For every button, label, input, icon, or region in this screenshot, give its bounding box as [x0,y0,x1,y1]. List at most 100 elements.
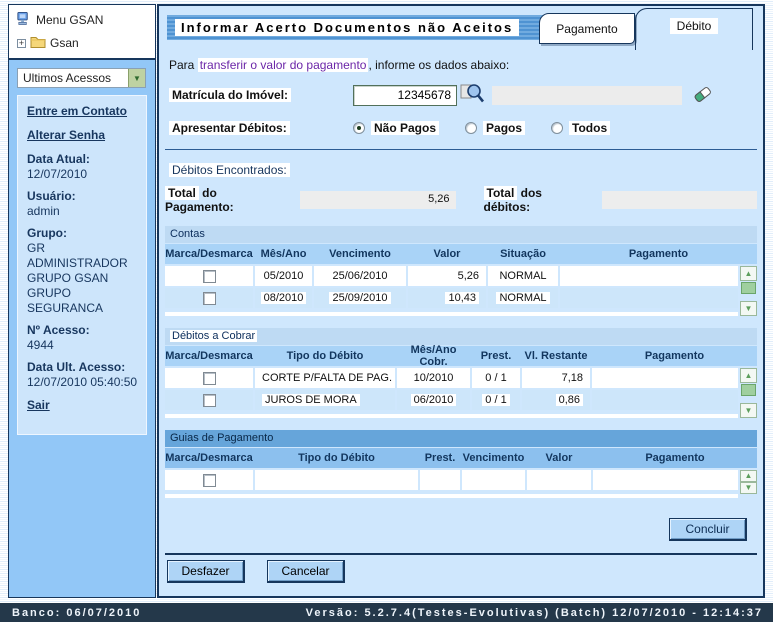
link-alterar-senha[interactable]: Alterar Senha [27,128,138,143]
scroll-up-icon[interactable]: ▲ [740,368,757,383]
cell-vencimento: 25/06/2010 [332,270,387,282]
cell-mes-ano-cobr: 10/2010 [414,372,454,384]
table-row: JUROS DE MORA 06/2010 0 / 1 0,86 [165,390,738,410]
debitos-table-title: Débitos a Cobrar [165,328,757,345]
link-entre-em-contato[interactable]: Entre em Contato [27,104,138,119]
cell-mes-ano: 08/2010 [261,292,307,304]
footer-versao: Versão: 5.2.7.4(Testes-Evolutivas) (Batc… [306,607,763,619]
data-ult-acesso-value: 12/07/2010 05:40:50 [27,375,138,390]
tab-pagamento[interactable]: Pagamento [539,13,635,44]
cell-prest: 0 / 1 [482,394,509,406]
intro-highlight: transferir o valor do pagamento [198,58,369,72]
row-checkbox[interactable] [203,292,216,305]
data-atual-value: 12/07/2010 [27,167,138,182]
scroll-down-icon[interactable]: ▼ [740,482,757,494]
usuario-value: admin [27,204,138,219]
sidebar: Menu GSAN + Gsan Ultimos Acessos ▼ Entre… [8,4,156,598]
debitos-encontrados-label: Débitos Encontrados: [169,163,290,177]
guias-de-pagamento-table: Guias de Pagamento Marca/Desmarca Tipo d… [165,430,757,498]
cell-vl-restante: 7,18 [562,372,583,384]
footer: Banco: 06/07/2010 Versão: 5.2.7.4(Testes… [0,603,773,622]
cell-situacao: NORMAL [499,270,546,282]
data-ult-acesso-label: Data Ult. Acesso: [27,360,138,375]
divider [165,149,757,150]
row-checkbox[interactable] [203,270,216,283]
row-checkbox[interactable] [203,372,216,385]
table-bottom-strip [165,312,738,316]
desfazer-button[interactable]: Desfazer [167,560,245,583]
session-info-box: Entre em Contato Alterar Senha Data Atua… [17,95,147,435]
search-icon[interactable] [460,82,485,108]
ultimos-acessos-select[interactable]: Ultimos Acessos ▼ [17,68,146,88]
menu-gsan-label: Menu GSAN [36,13,103,27]
table-bottom-strip [165,414,738,418]
link-sair[interactable]: Sair [27,398,138,413]
main-panel: Informar Acerto Documentos não Aceitos D… [157,4,765,598]
cell-valor: 10,43 [445,292,479,304]
radio-pagos[interactable]: Pagos [465,121,525,135]
radio-button-icon[interactable] [353,122,365,134]
num-acesso-label: Nº Acesso: [27,323,138,338]
scroll-down-icon[interactable]: ▼ [740,301,757,316]
radio-button-icon[interactable] [465,122,477,134]
matricula-input[interactable] [353,85,457,106]
cell-tipo-debito: JUROS DE MORA [262,394,360,406]
scrollbar-thumb[interactable] [741,384,756,396]
tree-expand-icon[interactable]: + [17,39,26,48]
col-header: Mês/Ano Cobr. [397,344,470,368]
contas-table: Contas Marca/Desmarca Mês/Ano Vencimento… [165,226,757,316]
row-checkbox[interactable] [203,474,216,487]
matricula-label: Matrícula do Imóvel: [169,88,291,102]
scroll-up-icon[interactable]: ▲ [740,266,757,281]
tab-debito-label: Débito [670,18,719,34]
radio-nao-pagos-label: Não Pagos [371,121,439,135]
radio-pagos-label: Pagos [483,121,525,135]
ultimos-acessos-value: Ultimos Acessos [23,71,111,85]
tree-item-gsan[interactable]: + Gsan [17,35,151,51]
imovel-descricao-field [492,86,682,105]
cell-vl-restante: 0,86 [556,394,583,406]
radio-button-icon[interactable] [551,122,563,134]
col-header: Vl. Restante [522,350,590,362]
guias-scrollbar[interactable]: ▲ ▼ [740,470,757,498]
menu-gsan-root[interactable]: Menu GSAN [16,11,151,29]
debitos-table-header: Marca/Desmarca Tipo do Débito Mês/Ano Co… [165,346,757,366]
divider [165,553,757,555]
intro-text: Para transferir o valor do pagamento, in… [169,58,757,72]
table-row: CORTE P/FALTA DE PAG. 10/2010 0 / 1 7,18 [165,368,738,388]
cell-mes-ano: 05/2010 [264,270,304,282]
contas-table-title: Contas [165,226,757,243]
bottom-buttons: Desfazer Cancelar [167,560,757,583]
menu-tree: Menu GSAN + Gsan [9,5,155,60]
col-header: Vencimento [314,248,406,260]
scroll-down-icon[interactable]: ▼ [740,403,757,418]
cancelar-button[interactable]: Cancelar [267,560,345,583]
scrollbar-thumb[interactable] [741,282,756,294]
concluir-button[interactable]: Concluir [669,518,747,541]
radio-nao-pagos[interactable]: Não Pagos [353,121,439,135]
chevron-down-icon[interactable]: ▼ [128,69,145,87]
contas-scrollbar[interactable]: ▲ ▼ [740,266,757,316]
eraser-icon[interactable] [692,84,714,107]
grupo-value: GR ADMINISTRADOR GRUPO GSAN GRUPO SEGURA… [27,241,138,316]
intro-suffix: , informe os dados abaixo: [368,58,509,72]
apresentar-debitos-row: Apresentar Débitos: Não Pagos Pagos Todo… [165,116,757,140]
cell-vencimento: 25/09/2010 [329,292,390,304]
matricula-row: Matrícula do Imóvel: [165,82,757,108]
debitos-table-title-text: Débitos a Cobrar [170,330,257,342]
radio-todos[interactable]: Todos [551,121,610,135]
total-debitos-label-strong: Total [484,186,518,200]
col-header: Tipo do Débito [255,452,418,464]
tab-debito[interactable]: Débito [635,8,753,50]
page: Menu GSAN + Gsan Ultimos Acessos ▼ Entre… [0,0,773,622]
col-header: Tipo do Débito [255,350,395,362]
guias-table-header: Marca/Desmarca Tipo do Débito Prest. Ven… [165,448,757,468]
contas-table-header: Marca/Desmarca Mês/Ano Vencimento Valor … [165,244,757,264]
debitos-scrollbar[interactable]: ▲ ▼ [740,368,757,418]
cell-mes-ano-cobr: 06/2010 [411,394,457,406]
scroll-up-icon[interactable]: ▲ [740,470,757,482]
row-checkbox[interactable] [203,394,216,407]
cell-prest: 0 / 1 [485,372,506,384]
header-row: Informar Acerto Documentos não Aceitos D… [165,6,757,50]
col-header: Prest. [420,452,460,464]
